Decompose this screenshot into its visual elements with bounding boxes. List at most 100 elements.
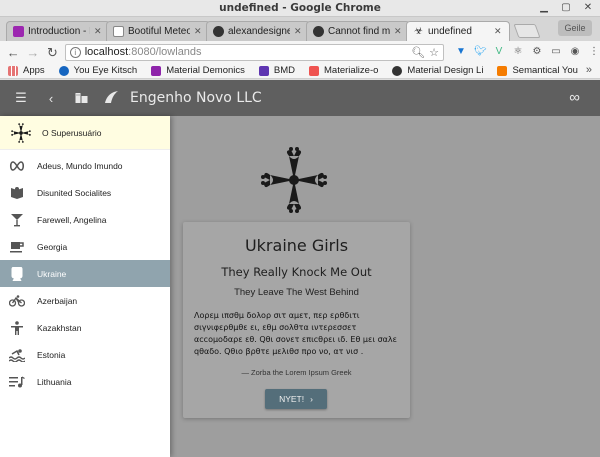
bookmark-label: BMD bbox=[273, 65, 296, 76]
tab-close-icon[interactable]: ✕ bbox=[494, 26, 503, 37]
bookmarks-overflow-icon[interactable]: » bbox=[586, 64, 592, 76]
extension-icons: ▼ 🐦︎ V ⚛ ⚙ ▭ ◉ ⋮ bbox=[455, 46, 600, 58]
user-name: O Superusuário bbox=[42, 127, 102, 138]
app-title: Engenho Novo LLC bbox=[130, 90, 262, 106]
tab-close-icon[interactable]: ✕ bbox=[394, 26, 403, 37]
bookmark-item[interactable]: Apps bbox=[8, 65, 45, 76]
bookmark-favicon bbox=[258, 65, 269, 76]
nav-item-label: Disunited Socialites bbox=[37, 187, 112, 198]
tab-label: Cannot find modu bbox=[328, 26, 390, 37]
chrome-menu-icon[interactable]: ⋮ bbox=[588, 46, 600, 58]
nav-item-georgia[interactable]: Georgia bbox=[0, 233, 170, 260]
minimize-icon[interactable]: ▁ bbox=[536, 1, 552, 14]
extension-icon[interactable]: ⚙ bbox=[531, 46, 543, 58]
bookmark-item[interactable]: BMD bbox=[258, 65, 296, 76]
menu-icon[interactable]: ☰ bbox=[14, 90, 28, 106]
card-body-text: Λορεμ ιπσθμ δολορ σιτ αμετ, περ ερθδιτι … bbox=[194, 311, 397, 356]
nyet-button-label: NYET! bbox=[279, 394, 305, 404]
tab-label: Bootiful Meteor De bbox=[128, 26, 190, 37]
browser-tab-active[interactable]: ☣ undefined ✕ bbox=[406, 21, 510, 41]
bookmark-item[interactable]: Materialize-o bbox=[309, 65, 378, 76]
tab-label: undefined bbox=[428, 26, 472, 37]
nav-item-ukraine[interactable]: Ukraine bbox=[0, 260, 170, 287]
vue-devtools-icon[interactable]: V bbox=[493, 46, 505, 58]
back-arrow-icon[interactable]: ← bbox=[6, 45, 21, 60]
nav-item-label: Estonia bbox=[37, 349, 66, 360]
bookmark-item[interactable]: Material Demonics bbox=[151, 65, 245, 76]
browser-tab[interactable]: Bootiful Meteor De ✕ bbox=[106, 21, 210, 41]
vuetify-icon[interactable]: ▼ bbox=[455, 46, 467, 58]
window-titlebar: undefined - Google Chrome ▁ ▢ ✕ bbox=[0, 0, 600, 17]
info-icon[interactable]: i bbox=[69, 46, 81, 58]
bookmark-favicon bbox=[497, 65, 508, 76]
playlist-icon bbox=[9, 374, 25, 390]
tab-label: alexandesigner/qu bbox=[228, 26, 290, 37]
nav-item-label: Georgia bbox=[37, 241, 68, 252]
nav-item-label: Ukraine bbox=[37, 268, 67, 279]
zoom-icon[interactable]: 🔍︎ bbox=[411, 46, 425, 59]
nyet-button[interactable]: NYET! › bbox=[265, 389, 327, 409]
nav-item-label: Farewell, Angelina bbox=[37, 214, 107, 225]
bookmark-item[interactable]: Material Design Li bbox=[392, 65, 483, 76]
bookmark-star-icon[interactable]: ☆ bbox=[429, 46, 439, 59]
cast-icon[interactable]: ▭ bbox=[550, 46, 562, 58]
nav-item-kazakhstan[interactable]: Kazakhstan bbox=[0, 314, 170, 341]
infinity-icon[interactable]: ∞ bbox=[569, 89, 580, 106]
extension-icon[interactable]: ◉ bbox=[569, 46, 581, 58]
app-toolbar: ☰ ‹ Engenho Novo LLC ∞ bbox=[0, 80, 600, 116]
close-window-icon[interactable]: ✕ bbox=[580, 1, 596, 14]
train-icon bbox=[9, 266, 25, 282]
bookmark-favicon bbox=[309, 65, 320, 76]
occitan-cross-emblem bbox=[261, 147, 327, 213]
coffee-icon bbox=[9, 239, 25, 255]
card-citation: — Zorba the Lorem Ipsum Greek bbox=[241, 368, 352, 377]
bookmark-favicon bbox=[392, 65, 403, 76]
user-card[interactable]: O Superusuário bbox=[0, 116, 170, 150]
card-subtitle: They Really Knock Me Out bbox=[221, 265, 372, 279]
card-tagline: They Leave The West Behind bbox=[234, 287, 359, 298]
nav-item-label: Kazakhstan bbox=[37, 322, 82, 333]
bookmark-item[interactable]: You Eye Kitsch bbox=[58, 65, 138, 76]
tab-close-icon[interactable]: ✕ bbox=[94, 26, 103, 37]
react-icon[interactable]: ⚛ bbox=[512, 46, 524, 58]
address-bar[interactable]: i localhost:8080/lowlands 🔍︎ ☆ bbox=[64, 43, 444, 61]
cocktail-icon bbox=[9, 212, 25, 228]
reload-icon[interactable]: ↻ bbox=[45, 45, 60, 60]
url-host: localhost bbox=[84, 46, 129, 58]
nav-item-label: Azerbaijan bbox=[37, 295, 78, 306]
github-icon bbox=[313, 26, 324, 37]
apps-grid-icon bbox=[8, 65, 18, 76]
browser-tab[interactable]: Introduction - Mat ✕ bbox=[6, 21, 110, 41]
building-icon[interactable] bbox=[74, 91, 88, 106]
url-text[interactable]: localhost:8080/lowlands bbox=[85, 46, 407, 58]
bike-icon bbox=[9, 293, 25, 309]
card-title: Ukraine Girls bbox=[244, 236, 349, 255]
browser-tab[interactable]: Cannot find modu ✕ bbox=[306, 21, 410, 41]
nav-item-lithuania[interactable]: Lithuania bbox=[0, 368, 170, 395]
nav-item-adeus[interactable]: Adeus, Mundo Imundo bbox=[0, 152, 170, 179]
bookmark-label: You Eye Kitsch bbox=[73, 65, 138, 76]
new-tab-button[interactable] bbox=[513, 24, 541, 38]
twitter-icon[interactable]: 🐦︎ bbox=[474, 46, 487, 58]
side-nav-drawer: O Superusuário Adeus, Mundo Imundo Disun… bbox=[0, 116, 170, 457]
bookmark-label: Semantical You bbox=[512, 65, 578, 76]
nav-item-farewell[interactable]: Farewell, Angelina bbox=[0, 206, 170, 233]
bookmarks-bar: Apps You Eye Kitsch Material Demonics BM… bbox=[0, 63, 600, 79]
tab-close-icon[interactable]: ✕ bbox=[194, 26, 203, 37]
github-icon bbox=[213, 26, 224, 37]
chevron-right-icon: › bbox=[310, 394, 313, 404]
biohazard-icon: ☣ bbox=[414, 26, 423, 37]
nav-item-estonia[interactable]: Estonia bbox=[0, 341, 170, 368]
occitan-cross-avatar-icon bbox=[11, 122, 31, 143]
profile-button[interactable]: Geile bbox=[558, 20, 592, 36]
bookmark-item[interactable]: Semantical You bbox=[497, 65, 578, 76]
nav-item-azerbaijan[interactable]: Azerbaijan bbox=[0, 287, 170, 314]
tab-close-icon[interactable]: ✕ bbox=[294, 26, 303, 37]
content-card: Ukraine Girls They Really Knock Me Out T… bbox=[183, 222, 410, 418]
maximize-icon[interactable]: ▢ bbox=[558, 1, 574, 14]
chevron-left-icon[interactable]: ‹ bbox=[44, 91, 58, 106]
forward-arrow-icon[interactable]: → bbox=[26, 45, 41, 60]
browser-tab[interactable]: alexandesigner/qu ✕ bbox=[206, 21, 310, 41]
document-icon bbox=[113, 26, 124, 37]
nav-item-disunited[interactable]: Disunited Socialites bbox=[0, 179, 170, 206]
